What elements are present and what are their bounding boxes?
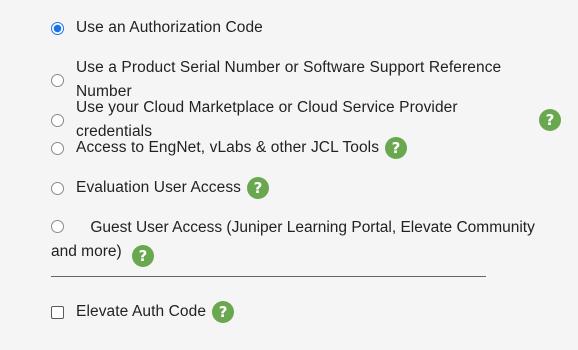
option-authorization-code[interactable]: Use an Authorization Code — [51, 16, 561, 40]
help-icon[interactable]: ? — [212, 301, 235, 323]
option-label: Access to EngNet, vLabs & other JCL Tool… — [76, 139, 380, 156]
elevate-auth-code-checkbox[interactable] — [51, 305, 64, 319]
option-label: Guest User Access (Juniper Learning Port… — [51, 219, 535, 260]
option-label: Evaluation User Access — [76, 179, 242, 196]
option-evaluation-user[interactable]: Evaluation User Access ? — [51, 176, 561, 200]
radio-evaluation-user[interactable] — [51, 181, 64, 195]
option-engnet-vlabs[interactable]: Access to EngNet, vLabs & other JCL Tool… — [51, 136, 561, 160]
radio-authorization-code[interactable] — [51, 21, 64, 35]
auth-method-panel: Use an Authorization Code Use a Product … — [0, 0, 578, 350]
help-icon[interactable]: ? — [385, 137, 408, 159]
option-label: Use an Authorization Code — [76, 19, 263, 36]
help-icon[interactable]: ? — [539, 109, 561, 131]
help-icon[interactable]: ? — [247, 177, 270, 199]
option-guest-user[interactable]: Guest User Access (Juniper Learning Port… — [51, 216, 561, 267]
elevate-auth-code-option[interactable]: Elevate Auth Code ? — [51, 300, 561, 324]
checkbox-label: Elevate Auth Code — [76, 303, 207, 320]
radio-cloud-marketplace[interactable] — [51, 113, 64, 127]
radio-guest-user[interactable] — [51, 220, 64, 233]
radio-engnet-vlabs[interactable] — [51, 141, 64, 155]
divider — [51, 276, 486, 277]
help-icon[interactable]: ? — [131, 245, 154, 267]
radio-serial-number[interactable] — [51, 73, 64, 87]
